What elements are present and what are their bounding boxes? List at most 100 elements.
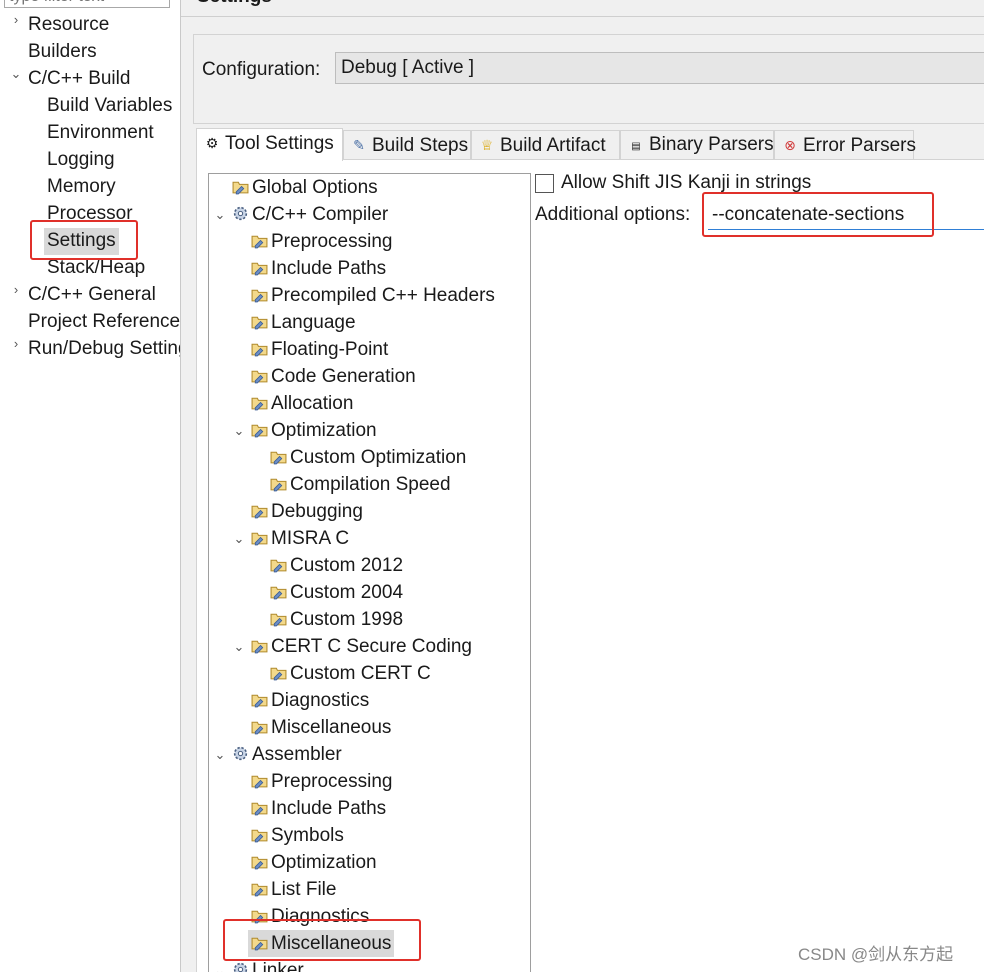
property-nav-pane: › Resource Builders ⌄ C/C++ Build Build … <box>0 0 180 972</box>
nav-item-settings[interactable]: Settings <box>44 228 119 255</box>
chevron-right-icon[interactable]: › <box>9 336 23 363</box>
tree-item-c-custom-cert[interactable]: Custom CERT C <box>270 660 431 687</box>
folder-settings-icon <box>251 532 268 546</box>
chevron-down-icon[interactable]: ⌄ <box>213 957 227 972</box>
tab-build-artifact[interactable]: ♕ Build Artifact <box>471 130 620 160</box>
chevron-down-icon[interactable]: ⌄ <box>232 417 246 444</box>
wrench-icon: ✎ <box>353 137 365 153</box>
tab-binary-parsers[interactable]: ▤ Binary Parsers <box>620 130 774 160</box>
chevron-down-icon[interactable]: ⌄ <box>232 525 246 552</box>
nav-item-project-references[interactable]: Project References <box>28 309 180 336</box>
tree-item-c-preprocessing[interactable]: Preprocessing <box>251 228 392 255</box>
chevron-right-icon[interactable]: › <box>9 12 23 39</box>
tree-item-c-optimization[interactable]: Optimization <box>251 417 377 444</box>
chevron-down-icon[interactable]: ⌄ <box>232 633 246 660</box>
folder-settings-icon <box>251 883 268 897</box>
folder-settings-icon <box>251 424 268 438</box>
page-title: Settings <box>197 0 272 8</box>
configuration-group: Configuration: Debug [ Active ] <box>193 34 984 124</box>
tree-item-c-compilation-speed[interactable]: Compilation Speed <box>270 471 451 498</box>
tree-item-c-include-paths[interactable]: Include Paths <box>251 255 386 282</box>
shift-jis-label: Allow Shift JIS Kanji in strings <box>561 172 812 193</box>
tree-item-c-code-generation[interactable]: Code Generation <box>251 363 416 390</box>
folder-settings-icon <box>251 856 268 870</box>
tree-item-c-cert[interactable]: CERT C Secure Coding <box>251 633 472 660</box>
nav-item-build-variables[interactable]: Build Variables <box>47 93 172 120</box>
tree-item-a-miscellaneous[interactable]: Miscellaneous <box>248 930 395 957</box>
error-icon: ⊗ <box>784 137 796 153</box>
folder-settings-icon <box>270 613 287 627</box>
additional-options-input[interactable]: --concatenate-sections <box>708 200 984 230</box>
folder-settings-icon <box>251 370 268 384</box>
nav-item-cpp-build[interactable]: C/C++ Build <box>28 66 130 93</box>
tab-tool-settings[interactable]: ⚙ Tool Settings <box>196 128 343 161</box>
nav-item-cpp-general[interactable]: C/C++ General <box>28 282 156 309</box>
tree-item-assembler[interactable]: Assembler <box>232 741 342 768</box>
tree-item-global-options[interactable]: Global Options <box>232 174 378 201</box>
folder-settings-icon <box>270 478 287 492</box>
tree-item-c-allocation[interactable]: Allocation <box>251 390 353 417</box>
tree-item-a-optimization[interactable]: Optimization <box>251 849 377 876</box>
folder-settings-icon <box>251 721 268 735</box>
tree-item-c-precompiled-headers[interactable]: Precompiled C++ Headers <box>251 282 495 309</box>
chevron-down-icon[interactable]: ⌄ <box>213 741 227 768</box>
binary-file-icon: ▤ <box>631 142 641 153</box>
tree-item-c-diagnostics[interactable]: Diagnostics <box>251 687 369 714</box>
nav-item-environment[interactable]: Environment <box>47 120 154 147</box>
tool-tree[interactable]: Global Options ⌄ C/C++ Compiler Preproce… <box>208 173 531 972</box>
watermark: CSDN @剑从东方起 <box>798 945 954 964</box>
folder-settings-icon <box>251 694 268 708</box>
configuration-label: Configuration: <box>202 59 321 80</box>
folder-settings-icon <box>251 289 268 303</box>
tree-item-a-preprocessing[interactable]: Preprocessing <box>251 768 392 795</box>
folder-settings-icon <box>251 262 268 276</box>
tree-item-c-language[interactable]: Language <box>251 309 356 336</box>
tree-item-c-custom-2004[interactable]: Custom 2004 <box>270 579 403 606</box>
folder-settings-icon <box>270 586 287 600</box>
tab-error-parsers[interactable]: ⊗ Error Parsers <box>774 130 916 160</box>
tree-item-compiler[interactable]: C/C++ Compiler <box>232 201 388 228</box>
tree-item-a-symbols[interactable]: Symbols <box>251 822 344 849</box>
nav-item-logging[interactable]: Logging <box>47 147 115 174</box>
tree-item-c-misra[interactable]: MISRA C <box>251 525 349 552</box>
folder-settings-icon <box>251 910 268 924</box>
folder-settings-icon <box>251 829 268 843</box>
nav-item-stack-heap[interactable]: Stack/Heap <box>47 255 145 282</box>
trophy-icon: ♕ <box>480 137 494 153</box>
nav-item-run-debug[interactable]: Run/Debug Settings <box>28 336 180 363</box>
gear-icon <box>233 962 248 972</box>
folder-settings-icon <box>251 937 268 951</box>
tree-item-a-list-file[interactable]: List File <box>251 876 336 903</box>
tab-build-steps[interactable]: ✎ Build Steps <box>343 130 471 160</box>
folder-settings-icon <box>270 667 287 681</box>
filter-input[interactable] <box>4 0 170 8</box>
folder-settings-icon <box>232 181 249 195</box>
nav-item-builders[interactable]: Builders <box>28 39 97 66</box>
folder-settings-icon <box>251 505 268 519</box>
chevron-right-icon[interactable]: › <box>9 282 23 309</box>
gear-icon <box>233 746 248 761</box>
chevron-down-icon[interactable]: ⌄ <box>9 66 23 93</box>
gear-icon: ⚙ <box>205 135 219 151</box>
folder-settings-icon <box>251 640 268 654</box>
nav-item-memory[interactable]: Memory <box>47 174 116 201</box>
folder-settings-icon <box>251 802 268 816</box>
tree-item-c-miscellaneous[interactable]: Miscellaneous <box>251 714 391 741</box>
nav-item-resource[interactable]: Resource <box>28 12 109 39</box>
tree-item-a-include-paths[interactable]: Include Paths <box>251 795 386 822</box>
gear-icon <box>233 206 248 221</box>
tree-item-c-custom-2012[interactable]: Custom 2012 <box>270 552 403 579</box>
tree-item-c-custom-optimization[interactable]: Custom Optimization <box>270 444 466 471</box>
shift-jis-checkbox[interactable] <box>535 174 554 193</box>
folder-settings-icon <box>251 316 268 330</box>
chevron-down-icon[interactable]: ⌄ <box>213 201 227 228</box>
tree-item-linker[interactable]: Linker <box>232 957 304 972</box>
settings-page: Settings Configuration: Debug [ Active ]… <box>181 0 984 972</box>
tree-item-c-floating-point[interactable]: Floating-Point <box>251 336 388 363</box>
tree-item-a-diagnostics[interactable]: Diagnostics <box>251 903 369 930</box>
nav-item-processor[interactable]: Processor <box>47 201 133 228</box>
title-divider <box>181 16 984 17</box>
tree-item-c-debugging[interactable]: Debugging <box>251 498 363 525</box>
tree-item-c-custom-1998[interactable]: Custom 1998 <box>270 606 403 633</box>
configuration-select[interactable]: Debug [ Active ] <box>335 52 984 84</box>
